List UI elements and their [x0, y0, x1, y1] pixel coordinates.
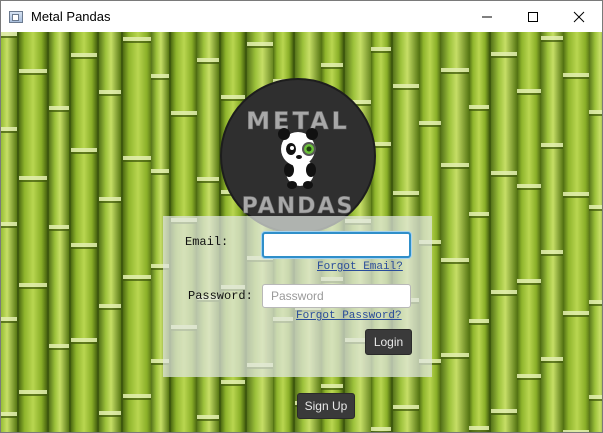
window-title: Metal Pandas	[31, 9, 111, 24]
minimize-button[interactable]	[464, 1, 510, 32]
app-window: Metal Pandas METAL PANDAS Email: Forgot …	[0, 0, 603, 433]
window-controls	[464, 1, 602, 32]
login-button[interactable]: Login	[365, 329, 412, 355]
main-content: METAL PANDAS Email: Forgot Email? Passwo…	[1, 32, 602, 432]
password-label: Password:	[188, 289, 253, 303]
title-bar[interactable]: Metal Pandas	[1, 1, 602, 32]
logo-text-top: METAL	[246, 107, 350, 135]
close-icon	[573, 11, 585, 22]
email-field[interactable]	[262, 232, 411, 258]
forgot-email-link[interactable]: Forgot Email?	[317, 261, 403, 273]
signup-button[interactable]: Sign Up	[297, 393, 355, 419]
maximize-button[interactable]	[510, 1, 556, 32]
login-panel: Email: Forgot Email? Password: Forgot Pa…	[163, 216, 432, 377]
maximize-icon	[528, 11, 538, 22]
window-app-icon	[9, 10, 23, 23]
email-label: Email:	[185, 235, 229, 249]
minimize-icon	[482, 16, 492, 17]
close-button[interactable]	[556, 1, 602, 32]
panda-logo: METAL PANDAS	[220, 78, 376, 234]
password-field[interactable]	[262, 284, 411, 308]
forgot-password-link[interactable]: Forgot Password?	[296, 310, 402, 322]
